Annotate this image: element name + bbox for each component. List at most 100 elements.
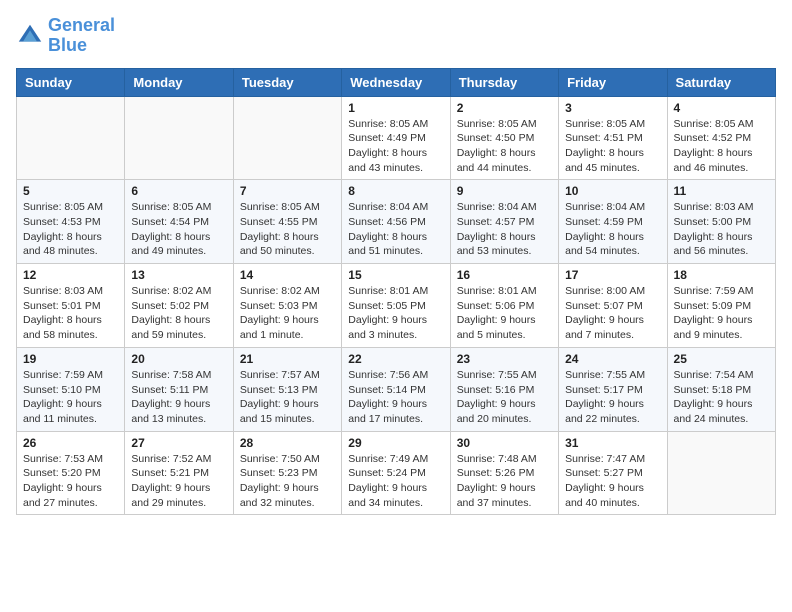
calendar-week-row: 26 Sunrise: 7:53 AM Sunset: 5:20 PM Dayli… — [17, 431, 776, 515]
day-info: Sunrise: 7:47 AM Sunset: 5:27 PM Dayligh… — [565, 452, 660, 511]
day-number: 19 — [23, 352, 118, 366]
calendar-day-cell: 8Sunrise: 8:04 AM Sunset: 4:56 PM Daylig… — [342, 180, 450, 264]
calendar-day-cell: 30Sunrise: 7:48 AM Sunset: 5:26 PM Dayli… — [450, 431, 558, 515]
calendar-week-row: 1Sunrise: 8:05 AM Sunset: 4:49 PM Daylig… — [17, 96, 776, 180]
calendar-day-cell: 21 Sunrise: 7:57 AM Sunset: 5:13 PM Dayli… — [233, 347, 341, 431]
day-info: Sunrise: 7:53 AM Sunset: 5:20 PM Dayligh… — [23, 452, 118, 511]
calendar-day-cell: 22 Sunrise: 7:56 AM Sunset: 5:14 PM Dayli… — [342, 347, 450, 431]
day-info: Sunrise: 7:59 AM Sunset: 5:10 PM Dayligh… — [23, 368, 118, 427]
weekday-header: Thursday — [450, 68, 558, 96]
day-number: 1 — [348, 101, 443, 115]
day-number: 12 — [23, 268, 118, 282]
day-number: 13 — [131, 268, 226, 282]
day-info: Sunrise: 8:00 AM Sunset: 5:07 PM Dayligh… — [565, 284, 660, 343]
weekday-header: Friday — [559, 68, 667, 96]
day-number: 30 — [457, 436, 552, 450]
day-info: Sunrise: 8:05 AM Sunset: 4:51 PM Dayligh… — [565, 117, 660, 176]
day-info: Sunrise: 8:05 AM Sunset: 4:55 PM Dayligh… — [240, 200, 335, 259]
calendar-day-cell: 18Sunrise: 7:59 AM Sunset: 5:09 PM Dayli… — [667, 264, 775, 348]
day-number: 20 — [131, 352, 226, 366]
day-number: 31 — [565, 436, 660, 450]
day-info: Sunrise: 8:03 AM Sunset: 5:00 PM Dayligh… — [674, 200, 769, 259]
calendar-day-cell: 26 Sunrise: 7:53 AM Sunset: 5:20 PM Dayli… — [17, 431, 125, 515]
calendar-day-cell: 11 Sunrise: 8:03 AM Sunset: 5:00 PM Dayli… — [667, 180, 775, 264]
calendar-day-cell: 6 Sunrise: 8:05 AM Sunset: 4:54 PM Daylig… — [125, 180, 233, 264]
calendar-day-cell — [17, 96, 125, 180]
page-header: General Blue — [16, 16, 776, 56]
weekday-header: Saturday — [667, 68, 775, 96]
calendar-day-cell: 13 Sunrise: 8:02 AM Sunset: 5:02 PM Dayli… — [125, 264, 233, 348]
day-number: 22 — [348, 352, 443, 366]
day-info: Sunrise: 7:54 AM Sunset: 5:18 PM Dayligh… — [674, 368, 769, 427]
day-number: 6 — [131, 184, 226, 198]
calendar-day-cell — [233, 96, 341, 180]
calendar-day-cell: 24 Sunrise: 7:55 AM Sunset: 5:17 PM Dayli… — [559, 347, 667, 431]
day-info: Sunrise: 8:01 AM Sunset: 5:05 PM Dayligh… — [348, 284, 443, 343]
day-number: 11 — [674, 184, 769, 198]
day-info: Sunrise: 8:01 AM Sunset: 5:06 PM Dayligh… — [457, 284, 552, 343]
day-number: 28 — [240, 436, 335, 450]
day-info: Sunrise: 7:49 AM Sunset: 5:24 PM Dayligh… — [348, 452, 443, 511]
calendar-day-cell: 27Sunrise: 7:52 AM Sunset: 5:21 PM Dayli… — [125, 431, 233, 515]
day-info: Sunrise: 8:05 AM Sunset: 4:53 PM Dayligh… — [23, 200, 118, 259]
day-info: Sunrise: 7:55 AM Sunset: 5:17 PM Dayligh… — [565, 368, 660, 427]
calendar-table: SundayMondayTuesdayWednesdayThursdayFrid… — [16, 68, 776, 516]
calendar-week-row: 5 Sunrise: 8:05 AM Sunset: 4:53 PM Daylig… — [17, 180, 776, 264]
logo: General Blue — [16, 16, 115, 56]
day-number: 3 — [565, 101, 660, 115]
logo-text: General Blue — [48, 16, 115, 56]
day-info: Sunrise: 7:58 AM Sunset: 5:11 PM Dayligh… — [131, 368, 226, 427]
day-info: Sunrise: 8:02 AM Sunset: 5:02 PM Dayligh… — [131, 284, 226, 343]
day-info: Sunrise: 7:57 AM Sunset: 5:13 PM Dayligh… — [240, 368, 335, 427]
day-number: 5 — [23, 184, 118, 198]
calendar-week-row: 19 Sunrise: 7:59 AM Sunset: 5:10 PM Dayli… — [17, 347, 776, 431]
calendar-day-cell: 3 Sunrise: 8:05 AM Sunset: 4:51 PM Daylig… — [559, 96, 667, 180]
calendar-week-row: 12 Sunrise: 8:03 AM Sunset: 5:01 PM Dayli… — [17, 264, 776, 348]
day-number: 21 — [240, 352, 335, 366]
calendar-day-cell: 28 Sunrise: 7:50 AM Sunset: 5:23 PM Dayli… — [233, 431, 341, 515]
day-number: 8 — [348, 184, 443, 198]
calendar-day-cell: 9Sunrise: 8:04 AM Sunset: 4:57 PM Daylig… — [450, 180, 558, 264]
weekday-header: Wednesday — [342, 68, 450, 96]
day-info: Sunrise: 7:55 AM Sunset: 5:16 PM Dayligh… — [457, 368, 552, 427]
day-info: Sunrise: 8:03 AM Sunset: 5:01 PM Dayligh… — [23, 284, 118, 343]
weekday-header: Sunday — [17, 68, 125, 96]
day-info: Sunrise: 8:04 AM Sunset: 4:59 PM Dayligh… — [565, 200, 660, 259]
day-info: Sunrise: 7:56 AM Sunset: 5:14 PM Dayligh… — [348, 368, 443, 427]
calendar-day-cell: 7Sunrise: 8:05 AM Sunset: 4:55 PM Daylig… — [233, 180, 341, 264]
calendar-day-cell: 23Sunrise: 7:55 AM Sunset: 5:16 PM Dayli… — [450, 347, 558, 431]
day-number: 16 — [457, 268, 552, 282]
calendar-day-cell: 17 Sunrise: 8:00 AM Sunset: 5:07 PM Dayli… — [559, 264, 667, 348]
day-info: Sunrise: 8:05 AM Sunset: 4:50 PM Dayligh… — [457, 117, 552, 176]
calendar-day-cell: 12 Sunrise: 8:03 AM Sunset: 5:01 PM Dayli… — [17, 264, 125, 348]
calendar-header-row: SundayMondayTuesdayWednesdayThursdayFrid… — [17, 68, 776, 96]
calendar-day-cell: 16 Sunrise: 8:01 AM Sunset: 5:06 PM Dayli… — [450, 264, 558, 348]
day-number: 2 — [457, 101, 552, 115]
day-number: 29 — [348, 436, 443, 450]
calendar-day-cell: 10 Sunrise: 8:04 AM Sunset: 4:59 PM Dayli… — [559, 180, 667, 264]
day-info: Sunrise: 8:05 AM Sunset: 4:52 PM Dayligh… — [674, 117, 769, 176]
calendar-day-cell: 1Sunrise: 8:05 AM Sunset: 4:49 PM Daylig… — [342, 96, 450, 180]
calendar-day-cell — [125, 96, 233, 180]
day-number: 24 — [565, 352, 660, 366]
logo-icon — [16, 22, 44, 50]
day-info: Sunrise: 8:02 AM Sunset: 5:03 PM Dayligh… — [240, 284, 335, 343]
day-number: 27 — [131, 436, 226, 450]
calendar-day-cell: 19 Sunrise: 7:59 AM Sunset: 5:10 PM Dayli… — [17, 347, 125, 431]
calendar-day-cell: 15 Sunrise: 8:01 AM Sunset: 5:05 PM Dayli… — [342, 264, 450, 348]
day-number: 25 — [674, 352, 769, 366]
weekday-header: Tuesday — [233, 68, 341, 96]
day-number: 26 — [23, 436, 118, 450]
day-info: Sunrise: 7:50 AM Sunset: 5:23 PM Dayligh… — [240, 452, 335, 511]
calendar-day-cell: 2 Sunrise: 8:05 AM Sunset: 4:50 PM Daylig… — [450, 96, 558, 180]
calendar-day-cell: 29 Sunrise: 7:49 AM Sunset: 5:24 PM Dayli… — [342, 431, 450, 515]
calendar-day-cell — [667, 431, 775, 515]
day-info: Sunrise: 8:05 AM Sunset: 4:54 PM Dayligh… — [131, 200, 226, 259]
day-number: 15 — [348, 268, 443, 282]
day-number: 4 — [674, 101, 769, 115]
day-number: 17 — [565, 268, 660, 282]
day-number: 10 — [565, 184, 660, 198]
calendar-day-cell: 5 Sunrise: 8:05 AM Sunset: 4:53 PM Daylig… — [17, 180, 125, 264]
weekday-header: Monday — [125, 68, 233, 96]
day-number: 14 — [240, 268, 335, 282]
